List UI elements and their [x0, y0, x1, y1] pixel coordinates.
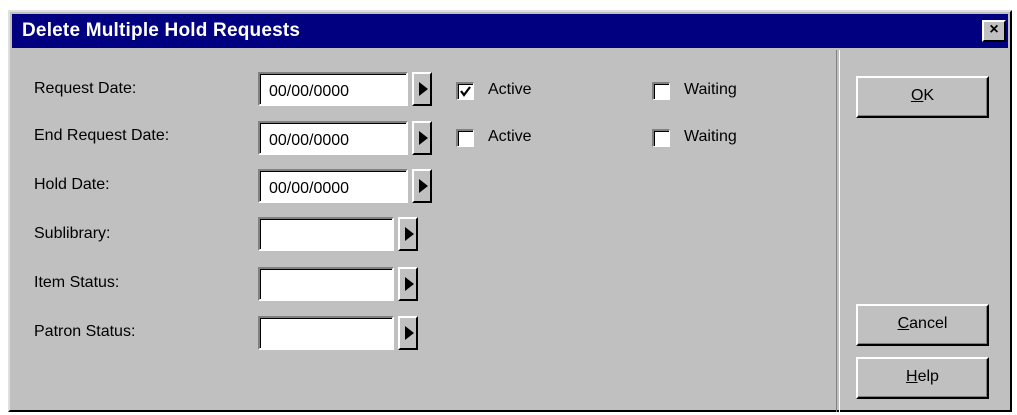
end-active-checkbox[interactable] — [456, 129, 474, 147]
end-request-date-input[interactable]: 00/00/0000 — [258, 121, 408, 155]
patron-status-label: Patron Status: — [34, 323, 136, 340]
request-date-picker-button[interactable] — [412, 72, 432, 106]
triangle-right-icon — [419, 131, 428, 145]
sublibrary-list-button[interactable] — [398, 217, 418, 251]
request-active-label: Active — [488, 81, 532, 98]
hold-date-input[interactable]: 00/00/0000 — [258, 169, 408, 203]
dialog-title: Delete Multiple Hold Requests — [22, 20, 301, 41]
request-waiting-label: Waiting — [684, 81, 737, 98]
dialog-window: Delete Multiple Hold Requests × Request … — [8, 10, 1012, 412]
sublibrary-label: Sublibrary: — [34, 225, 111, 242]
item-status-input[interactable] — [258, 267, 394, 301]
request-date-input[interactable]: 00/00/0000 — [258, 72, 408, 106]
patron-status-list-button[interactable] — [398, 316, 418, 350]
request-active-checkbox[interactable] — [456, 82, 474, 100]
hold-date-picker-button[interactable] — [412, 169, 432, 203]
triangle-right-icon — [405, 326, 414, 340]
request-waiting-checkbox[interactable] — [652, 82, 670, 100]
triangle-right-icon — [419, 82, 428, 96]
end-request-date-picker-button[interactable] — [412, 121, 432, 155]
item-status-list-button[interactable] — [398, 267, 418, 301]
help-label-rest: elp — [917, 368, 939, 385]
patron-status-input[interactable] — [258, 316, 394, 350]
button-panel-separator — [836, 50, 840, 412]
hold-date-label: Hold Date: — [34, 176, 110, 193]
triangle-right-icon — [419, 179, 428, 193]
close-icon: × — [989, 21, 999, 38]
title-bar: Delete Multiple Hold Requests × — [12, 14, 1008, 48]
end-waiting-checkbox[interactable] — [652, 129, 670, 147]
triangle-right-icon — [405, 277, 414, 291]
end-request-date-label: End Request Date: — [34, 127, 170, 144]
close-button[interactable]: × — [982, 20, 1006, 42]
help-mnemonic: H — [906, 368, 918, 385]
ok-mnemonic: O — [910, 87, 924, 104]
ok-button[interactable]: OK — [856, 76, 989, 118]
cancel-label-rest: ancel — [909, 315, 948, 332]
end-active-label: Active — [488, 128, 532, 145]
cancel-mnemonic: C — [897, 315, 910, 332]
item-status-label: Item Status: — [34, 274, 120, 291]
cancel-button[interactable]: Cancel — [856, 304, 989, 346]
end-waiting-label: Waiting — [684, 128, 737, 145]
sublibrary-input[interactable] — [258, 217, 394, 251]
help-button[interactable]: Help — [856, 357, 989, 399]
ok-label-rest: K — [923, 87, 935, 104]
request-date-label: Request Date: — [34, 80, 137, 97]
triangle-right-icon — [405, 227, 414, 241]
checkmark-icon — [460, 86, 471, 97]
